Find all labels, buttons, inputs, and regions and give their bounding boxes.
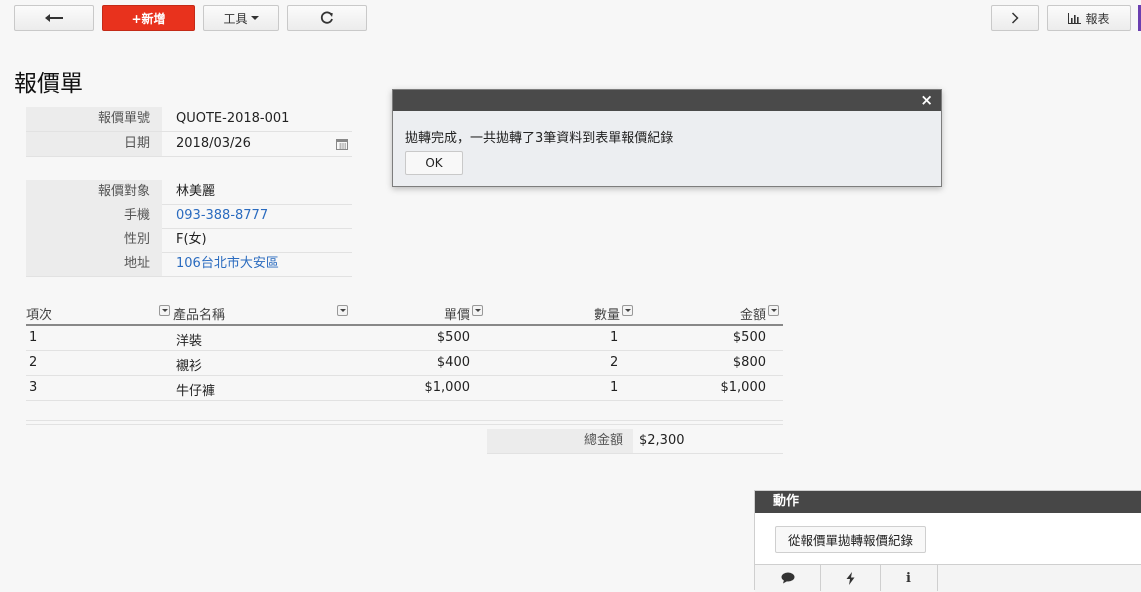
next-button[interactable] [991, 5, 1039, 31]
new-button-label: +新增 [131, 11, 166, 26]
ok-button[interactable]: OK [405, 151, 463, 175]
tab-actions[interactable] [820, 565, 881, 591]
report-button[interactable]: 報表 [1047, 5, 1131, 31]
gender-value[interactable]: F(女) [162, 228, 352, 252]
cell-product-name: 襯衫 [176, 359, 203, 374]
cell-quantity: 1 [610, 380, 619, 395]
dropdown-icon[interactable] [159, 305, 170, 316]
bolt-icon [846, 571, 854, 585]
caret-down-icon [250, 16, 259, 20]
page-title: 報價單 [14, 71, 83, 97]
date-label: 日期 [26, 132, 162, 156]
cell-product-name: 洋裝 [176, 334, 203, 349]
header-product-name[interactable]: 產品名稱 [173, 304, 225, 323]
chevron-right-icon [1011, 12, 1019, 24]
table-row[interactable]: 1 洋裝 $500 1 $500 [26, 326, 783, 351]
customer-row: 報價對象 林美麗 [26, 180, 352, 205]
calendar-icon[interactable] [336, 138, 348, 150]
items-table: 項次 產品名稱 單價 數量 金額 1 洋裝 $500 1 $500 2 襯衫 $… [26, 300, 783, 425]
new-button[interactable]: +新增 [102, 5, 195, 31]
cell-amount: $500 [732, 330, 766, 345]
customer-label: 報價對象 [26, 180, 162, 204]
table-row[interactable]: 2 襯衫 $400 2 $800 [26, 351, 783, 376]
bar-chart-icon [1068, 12, 1082, 24]
gender-label: 性別 [26, 228, 162, 252]
total-value: $2,300 [639, 433, 685, 448]
customer-value[interactable]: 林美麗 [162, 180, 352, 204]
cell-product-name: 牛仔褲 [176, 384, 216, 399]
back-button[interactable] [14, 5, 94, 31]
report-button-label: 報表 [1085, 11, 1110, 26]
tab-info[interactable]: i [880, 565, 938, 591]
cell-item-no: 2 [29, 355, 38, 370]
cell-unit-price: $1,000 [424, 380, 471, 395]
dialog-message: 拋轉完成，一共拋轉了3筆資料到表單報價紀錄 [405, 131, 674, 146]
quote-number-value[interactable]: QUOTE-2018-001 [162, 107, 352, 131]
cell-quantity: 2 [610, 355, 619, 370]
date-field[interactable]: 2018/03/26 [162, 132, 352, 156]
dropdown-icon[interactable] [337, 305, 348, 316]
back-arrow-icon [45, 14, 63, 22]
divider [26, 420, 783, 421]
cell-amount: $800 [732, 355, 766, 370]
tools-button[interactable]: 工具 [203, 5, 279, 31]
close-icon[interactable]: × [920, 92, 933, 109]
gender-row: 性別 F(女) [26, 228, 352, 253]
quote-number-row: 報價單號 QUOTE-2018-001 [26, 107, 352, 132]
cell-amount: $1,000 [720, 380, 767, 395]
quote-number-label: 報價單號 [26, 107, 162, 131]
cell-quantity: 1 [610, 330, 619, 345]
cell-unit-price: $500 [436, 330, 470, 345]
dropdown-icon[interactable] [472, 305, 483, 316]
cell-unit-price: $400 [436, 355, 470, 370]
header-quantity[interactable]: 數量 [594, 304, 620, 323]
table-row[interactable]: 3 牛仔褲 $1,000 1 $1,000 [26, 376, 783, 401]
dropdown-icon[interactable] [768, 305, 779, 316]
refresh-button[interactable] [287, 5, 367, 31]
actions-panel: 動作 從報價單拋轉報價紀錄 i [754, 490, 1141, 592]
phone-row: 手機 093-388-8777 [26, 204, 352, 229]
phone-label: 手機 [26, 204, 162, 228]
date-row: 日期 2018/03/26 [26, 132, 352, 157]
table-row-empty[interactable] [26, 401, 783, 425]
address-link[interactable]: 106台北市大安區 [162, 252, 352, 276]
header-item-no[interactable]: 項次 [26, 304, 52, 323]
cell-item-no: 1 [29, 330, 38, 345]
header-unit-price[interactable]: 單價 [444, 304, 470, 323]
phone-link[interactable]: 093-388-8777 [162, 204, 352, 228]
tab-comments[interactable] [755, 565, 821, 591]
address-label: 地址 [26, 252, 162, 276]
transfer-quote-button[interactable]: 從報價單拋轉報價紀錄 [775, 526, 927, 553]
table-header: 項次 產品名稱 單價 數量 金額 [26, 300, 783, 326]
refresh-icon [320, 11, 333, 24]
notification-dialog: × 拋轉完成，一共拋轉了3筆資料到表單報價紀錄 OK [392, 89, 942, 187]
total-row: 總金額 $2,300 [487, 429, 783, 454]
address-row: 地址 106台北市大安區 [26, 252, 352, 277]
comment-icon [781, 572, 794, 584]
cell-item-no: 3 [29, 380, 38, 395]
actions-panel-title: 動作 [755, 491, 1141, 513]
total-label: 總金額 [487, 429, 633, 453]
date-value: 2018/03/26 [176, 136, 251, 151]
header-amount[interactable]: 金額 [740, 304, 766, 323]
panel-tabs: i [755, 564, 1141, 592]
tools-button-label: 工具 [223, 11, 248, 26]
info-icon: i [906, 570, 911, 586]
dialog-titlebar: × [393, 90, 941, 111]
dropdown-icon[interactable] [622, 305, 633, 316]
